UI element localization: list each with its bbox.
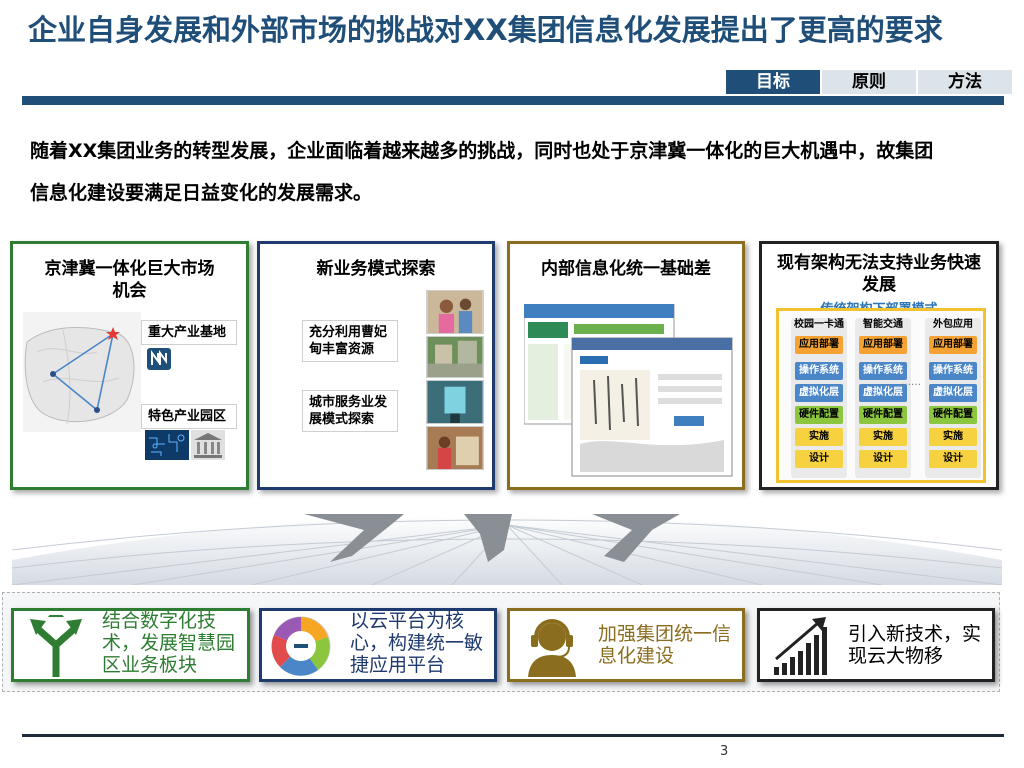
arch-cell: 虚拟化层 [859,384,907,402]
panel-market-opportunity: 京津冀一体化巨大市场机会 重大产业基地 特色产业园区 [10,241,249,490]
region-map-icon [23,312,141,432]
people-photo-icon [426,290,484,334]
item-service-model: 城市服务业发展模式探索 [302,390,398,432]
kiosk-photo-icon [426,380,484,424]
item-industrial-base: 重大产业基地 [141,320,237,345]
arch-column-head: 智能交通 [863,319,903,330]
headset-person-icon [528,619,576,677]
item-industrial-park: 特色产业园区 [141,404,237,429]
arch-column-traffic: 智能交通 应用部署 操作系统 虚拟化层 硬件配置 实施 设计 [855,318,911,478]
arch-cell: 设计 [859,450,907,468]
section-tabs: 目标 原则 方法 [726,70,1014,94]
arch-cell: 实施 [929,428,977,446]
software-screenshots-icon [524,304,733,477]
arch-cell: 应用部署 [795,336,843,354]
page-number: 3 [720,744,729,759]
perspective-fan-graphic [12,514,1002,585]
growth-bars-icon [774,617,827,675]
architecture-diagram: 校园一卡通 应用部署 操作系统 虚拟化层 硬件配置 实施 设计 智能交通 应用部… [776,308,986,483]
company-logo-icon [147,348,171,370]
item-resources: 充分利用曹妃甸丰富资源 [302,320,398,362]
solution-new-tech: 引入新技术，实现云大物移 [757,608,995,682]
arch-cell: 实施 [795,428,843,446]
street-photo-icon [426,336,484,378]
tab-method[interactable]: 方法 [918,70,1014,94]
arch-cell: 设计 [795,450,843,468]
solution-cloud-platform: 以云平台为核心，构建统一敏捷应用平台 [259,608,497,682]
split-arrows-icon [30,615,82,677]
arch-column-head: 外包应用 [933,319,973,330]
tech-image-icon [145,430,189,460]
arch-cell: 应用部署 [929,336,977,354]
panel-internal-it: 内部信息化统一基础差 [507,241,745,490]
arch-cell: 硬件配置 [929,406,977,424]
solution-text: 引入新技术，实现云大物移 [848,623,982,667]
panel-title: 内部信息化统一基础差 [541,259,711,279]
footer-divider [22,734,1004,737]
solution-text: 以云平台为核心，构建统一敏捷应用平台 [350,610,484,676]
building-icon [191,430,225,460]
intro-paragraph: 随着XX集团业务的转型发展，企业面临着越来越多的挑战，同时也处于京津冀一体化的巨… [30,140,934,204]
arch-cell: 操作系统 [859,362,907,380]
arch-cell: 硬件配置 [795,406,843,424]
solution-text: 结合数字化技术，发展智慧园区业务板块 [102,610,236,676]
panel-new-business: 新业务模式探索 充分利用曹妃甸丰富资源 城市服务业发展模式探索 [257,241,495,490]
solution-digital-park: 结合数字化技术，发展智慧园区业务板块 [11,608,250,682]
arch-cell: 虚拟化层 [929,384,977,402]
title-divider [22,96,1004,105]
panel-title: 现有架构无法支持业务快速发展 [777,253,981,295]
panel-title: 京津冀一体化巨大市场机会 [44,259,215,301]
arch-column-outsourced: 外包应用 应用部署 操作系统 虚拟化层 硬件配置 实施 设计 [925,318,981,478]
arch-cell: 虚拟化层 [795,384,843,402]
solution-text: 加强集团统一信息化建设 [598,623,732,667]
tab-goal[interactable]: 目标 [726,70,822,94]
shop-photo-icon [426,426,484,470]
arch-cell: 应用部署 [859,336,907,354]
arch-cell: 操作系统 [929,362,977,380]
arch-column-head: 校园一卡通 [794,319,844,330]
page-title: 企业自身发展和外部市场的挑战对XX集团信息化发展提出了更高的要求 [28,13,943,47]
panel-title: 新业务模式探索 [316,259,436,279]
arch-cell: 操作系统 [795,362,843,380]
tab-principle[interactable]: 原则 [822,70,918,94]
arch-ellipsis: …… [901,377,921,388]
solution-unified-it: 加强集团统一信息化建设 [507,608,745,682]
panel-architecture: 现有架构无法支持业务快速发展 传统架构下部署模式 校园一卡通 应用部署 操作系统… [759,241,999,490]
arch-column-campus-card: 校园一卡通 应用部署 操作系统 虚拟化层 硬件配置 实施 设计 [791,318,847,478]
cloud-cycle-icon [271,616,331,676]
arch-cell: 设计 [929,450,977,468]
arch-cell: 硬件配置 [859,406,907,424]
arch-cell: 实施 [859,428,907,446]
